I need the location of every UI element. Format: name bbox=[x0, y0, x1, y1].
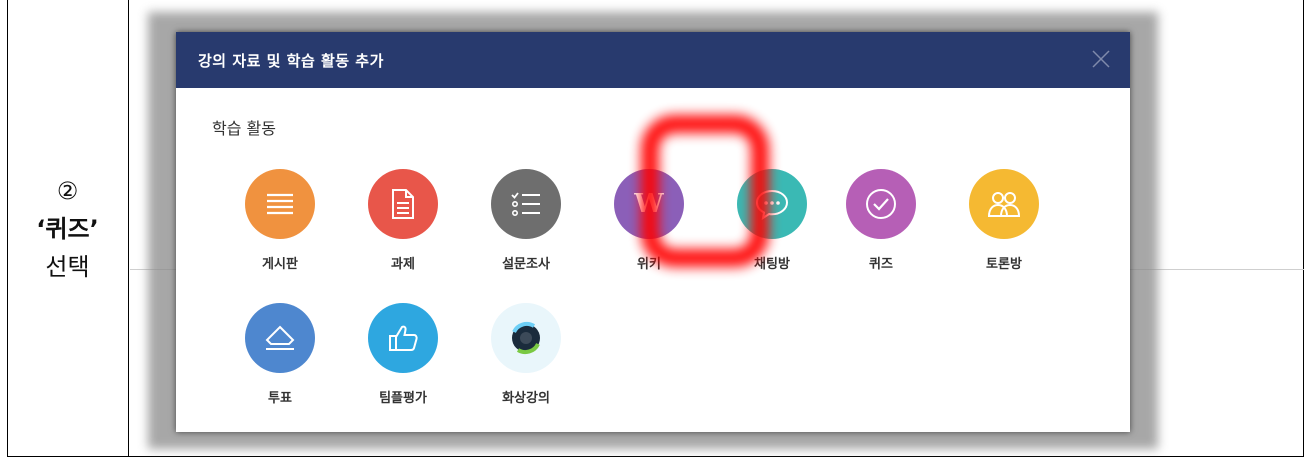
activity-video-lecture-button[interactable]: 화상강의 bbox=[471, 303, 581, 406]
people-icon bbox=[969, 169, 1039, 239]
chat-bubble-icon bbox=[737, 169, 807, 239]
step-number: ② bbox=[56, 176, 79, 205]
step-target: ‘퀴즈’ bbox=[36, 214, 99, 243]
activity-chat-button[interactable]: 채팅방 bbox=[717, 169, 827, 272]
activity-survey-button[interactable]: 설문조사 bbox=[471, 169, 581, 272]
activity-label: 설문조사 bbox=[502, 257, 550, 272]
activity-label: 채팅방 bbox=[754, 257, 790, 272]
activity-label: 팀플평가 bbox=[379, 391, 427, 406]
check-circle-icon bbox=[846, 169, 916, 239]
wiki-icon: W bbox=[614, 169, 684, 239]
activity-label: 화상강의 bbox=[502, 391, 550, 406]
activity-assignment-button[interactable]: 과제 bbox=[348, 169, 458, 272]
dialog-header: 강의 자료 및 학습 활동 추가 bbox=[176, 32, 1130, 88]
activity-label: 위키 bbox=[637, 257, 661, 272]
activity-label: 퀴즈 bbox=[869, 257, 893, 272]
eraser-icon bbox=[245, 303, 315, 373]
document-icon bbox=[368, 169, 438, 239]
checklist-icon bbox=[491, 169, 561, 239]
activity-label: 토론방 bbox=[986, 257, 1022, 272]
dialog-title: 강의 자료 및 학습 활동 추가 bbox=[198, 52, 384, 70]
activity-discussion-button[interactable]: 토론방 bbox=[949, 169, 1059, 272]
thumbs-up-icon bbox=[368, 303, 438, 373]
step-action: 선택 bbox=[45, 252, 90, 281]
webex-icon bbox=[491, 303, 561, 373]
add-activity-dialog: 강의 자료 및 학습 활동 추가 학습 활동 게시판 과제 설문조사 W 위키 … bbox=[176, 32, 1130, 432]
activity-quiz-button[interactable]: 퀴즈 bbox=[826, 169, 936, 272]
activity-vote-button[interactable]: 투표 bbox=[225, 303, 335, 406]
activity-wiki-button[interactable]: W 위키 bbox=[594, 169, 704, 272]
close-icon[interactable] bbox=[1090, 48, 1112, 70]
list-icon bbox=[245, 169, 315, 239]
activity-board-button[interactable]: 게시판 bbox=[225, 169, 335, 272]
instruction-step-cell: ② ‘퀴즈’ 선택 bbox=[7, 0, 129, 457]
activity-label: 게시판 bbox=[262, 257, 298, 272]
section-title: 학습 활동 bbox=[212, 119, 276, 138]
activity-label: 과제 bbox=[391, 257, 415, 272]
activity-team-eval-button[interactable]: 팀플평가 bbox=[348, 303, 458, 406]
activity-label: 투표 bbox=[268, 391, 292, 406]
